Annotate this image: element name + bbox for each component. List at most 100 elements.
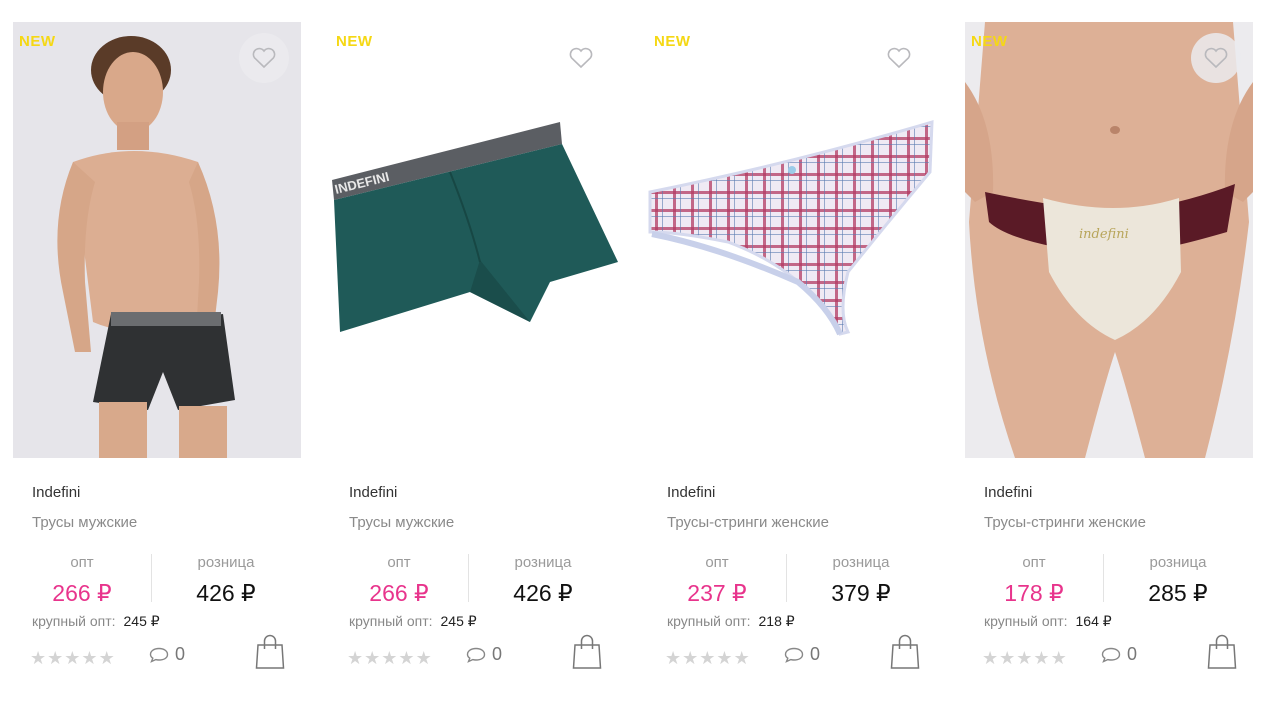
star-icon: ★ bbox=[733, 648, 750, 668]
retail-price: 379 ₽ bbox=[831, 580, 891, 606]
shopping-bag-icon bbox=[572, 634, 602, 669]
product-image[interactable]: indefini NEW bbox=[965, 22, 1253, 458]
plaid-thong-image bbox=[648, 22, 936, 458]
comment-icon bbox=[466, 647, 486, 663]
retail-price: 426 ₽ bbox=[196, 580, 256, 606]
opt-price-label: опт bbox=[705, 554, 729, 571]
star-icon: ★ bbox=[30, 648, 47, 668]
bulk-price: крупный опт: 218 ₽ bbox=[667, 613, 795, 630]
bulk-price-label: крупный опт: bbox=[349, 613, 433, 629]
star-icon: ★ bbox=[381, 648, 398, 668]
lace-thong-model-image: indefini bbox=[965, 22, 1253, 458]
retail-price-label: розница bbox=[832, 554, 890, 571]
bulk-price: крупный опт: 245 ₽ bbox=[32, 613, 160, 630]
star-icon: ★ bbox=[665, 648, 682, 668]
star-icon: ★ bbox=[1033, 648, 1050, 668]
bulk-price-value: 245 ₽ bbox=[123, 613, 160, 629]
product-brand[interactable]: Indefini bbox=[984, 484, 1032, 501]
comments-link[interactable]: 0 bbox=[1101, 644, 1137, 665]
product-card[interactable]: INDEFINI NEW Indefini Трусы мужские опт … bbox=[330, 22, 618, 692]
green-boxer-briefs-image: INDEFINI bbox=[330, 22, 618, 458]
add-to-cart-button[interactable] bbox=[572, 634, 602, 670]
new-badge: NEW bbox=[654, 33, 691, 50]
shopping-bag-icon bbox=[890, 634, 920, 669]
new-badge: NEW bbox=[971, 33, 1008, 50]
star-icon: ★ bbox=[64, 648, 81, 668]
star-icon: ★ bbox=[347, 648, 364, 668]
favorite-button[interactable] bbox=[874, 33, 924, 83]
comments-link[interactable]: 0 bbox=[466, 644, 502, 665]
star-icon: ★ bbox=[98, 648, 115, 668]
opt-price: 266 ₽ bbox=[369, 580, 429, 606]
rating-stars[interactable]: ★ ★ ★ ★ ★ bbox=[30, 649, 115, 667]
heart-icon bbox=[887, 47, 911, 69]
rating-stars[interactable]: ★ ★ ★ ★ ★ bbox=[347, 649, 432, 667]
product-brand[interactable]: Indefini bbox=[349, 484, 397, 501]
comments-count: 0 bbox=[492, 644, 503, 664]
price-block: опт 266 ₽ розница 426 ₽ bbox=[330, 554, 618, 608]
product-title[interactable]: Трусы мужские bbox=[349, 514, 454, 531]
star-icon: ★ bbox=[1016, 648, 1033, 668]
product-image[interactable]: NEW bbox=[13, 22, 301, 458]
product-title[interactable]: Трусы-стринги женские bbox=[984, 514, 1146, 531]
favorite-button[interactable] bbox=[556, 33, 606, 83]
add-to-cart-button[interactable] bbox=[1207, 634, 1237, 670]
bulk-price-label: крупный опт: bbox=[667, 613, 751, 629]
comment-icon bbox=[149, 647, 169, 663]
comments-count: 0 bbox=[810, 644, 821, 664]
product-card[interactable]: indefini NEW Indefini Трусы-стринги женс… bbox=[965, 22, 1253, 692]
product-card[interactable]: NEW Indefini Трусы-стринги женские опт 2… bbox=[648, 22, 936, 692]
star-icon: ★ bbox=[415, 648, 432, 668]
opt-price-label: опт bbox=[387, 554, 411, 571]
product-title[interactable]: Трусы мужские bbox=[32, 514, 137, 531]
product-card[interactable]: NEW Indefini Трусы мужские опт 266 ₽ роз… bbox=[13, 22, 301, 692]
bulk-price: крупный опт: 164 ₽ bbox=[984, 613, 1112, 630]
retail-price-label: розница bbox=[1149, 554, 1207, 571]
star-icon: ★ bbox=[47, 648, 64, 668]
heart-icon bbox=[1204, 47, 1228, 69]
comments-count: 0 bbox=[175, 644, 186, 664]
product-title[interactable]: Трусы-стринги женские bbox=[667, 514, 829, 531]
star-icon: ★ bbox=[1050, 648, 1067, 668]
product-image[interactable]: NEW bbox=[648, 22, 936, 458]
product-image[interactable]: INDEFINI NEW bbox=[330, 22, 618, 458]
price-block: опт 178 ₽ розница 285 ₽ bbox=[965, 554, 1253, 608]
comments-link[interactable]: 0 bbox=[784, 644, 820, 665]
opt-price: 266 ₽ bbox=[52, 580, 112, 606]
star-icon: ★ bbox=[398, 648, 415, 668]
favorite-button[interactable] bbox=[239, 33, 289, 83]
bulk-price: крупный опт: 245 ₽ bbox=[349, 613, 477, 630]
star-icon: ★ bbox=[699, 648, 716, 668]
comments-link[interactable]: 0 bbox=[149, 644, 185, 665]
rating-stars[interactable]: ★ ★ ★ ★ ★ bbox=[665, 649, 750, 667]
comment-icon bbox=[1101, 647, 1121, 663]
retail-price-label: розница bbox=[197, 554, 255, 571]
shopping-bag-icon bbox=[1207, 634, 1237, 669]
new-badge: NEW bbox=[19, 33, 56, 50]
star-icon: ★ bbox=[364, 648, 381, 668]
star-icon: ★ bbox=[982, 648, 999, 668]
retail-price: 426 ₽ bbox=[513, 580, 573, 606]
star-icon: ★ bbox=[716, 648, 733, 668]
favorite-button[interactable] bbox=[1191, 33, 1241, 83]
heart-icon bbox=[569, 47, 593, 69]
star-icon: ★ bbox=[999, 648, 1016, 668]
male-model-boxers-image bbox=[13, 22, 301, 458]
retail-price: 285 ₽ bbox=[1148, 580, 1208, 606]
bulk-price-value: 164 ₽ bbox=[1075, 613, 1112, 629]
comment-icon bbox=[784, 647, 804, 663]
rating-stars[interactable]: ★ ★ ★ ★ ★ bbox=[982, 649, 1067, 667]
comments-count: 0 bbox=[1127, 644, 1138, 664]
thong-embroidery-text: indefini bbox=[1079, 227, 1129, 242]
star-icon: ★ bbox=[682, 648, 699, 668]
retail-price-label: розница bbox=[514, 554, 572, 571]
shopping-bag-icon bbox=[255, 634, 285, 669]
heart-icon bbox=[252, 47, 276, 69]
price-block: опт 237 ₽ розница 379 ₽ bbox=[648, 554, 936, 608]
add-to-cart-button[interactable] bbox=[890, 634, 920, 670]
product-brand[interactable]: Indefini bbox=[32, 484, 80, 501]
star-icon: ★ bbox=[81, 648, 98, 668]
product-brand[interactable]: Indefini bbox=[667, 484, 715, 501]
add-to-cart-button[interactable] bbox=[255, 634, 285, 670]
new-badge: NEW bbox=[336, 33, 373, 50]
